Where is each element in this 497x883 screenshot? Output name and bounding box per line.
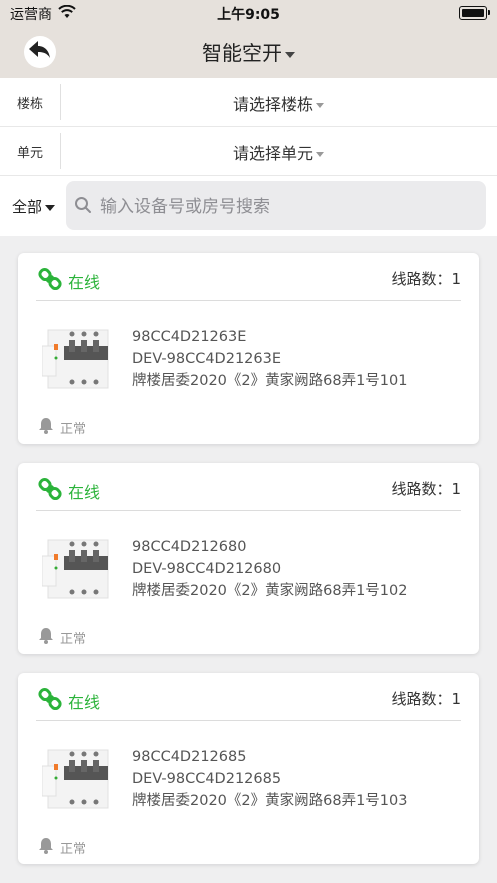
chevron-down-icon (285, 51, 295, 58)
bell-icon (38, 627, 54, 648)
building-select[interactable]: 请选择楼栋 (60, 91, 497, 115)
battery-icon (459, 6, 490, 20)
online-status: 在线 (38, 477, 100, 505)
divider (36, 720, 461, 721)
state-label: 正常 (60, 422, 87, 437)
building-select-value: 请选择楼栋 (232, 95, 313, 114)
unit-filter[interactable]: 单元 请选择单元 (0, 127, 497, 176)
link-icon (38, 267, 62, 295)
device-info: 98CC4D212680 DEV-98CC4D212680 牌楼居委2020《2… (132, 536, 407, 602)
alarm-state: 正常 (38, 417, 86, 438)
building-filter-label: 楼栋 (16, 97, 43, 112)
online-status: 在线 (38, 267, 100, 295)
device-card[interactable]: 在线 线路数：1 98CC4D212685 DEV-98CC4D212685 牌… (18, 673, 479, 864)
bell-icon (38, 417, 54, 438)
chevron-down-icon (316, 103, 324, 108)
search-icon (74, 196, 92, 218)
device-card[interactable]: 在线 线路数：1 98CC4D212680 DEV-98CC4D212680 牌… (18, 463, 479, 654)
device-code: 98CC4D212680 (132, 539, 247, 555)
scope-label: 全部 (12, 198, 43, 216)
search-bar: 全部 (0, 176, 497, 236)
device-address: 牌楼居委2020《2》黄家阙路68弄1号101 (132, 373, 408, 389)
divider (36, 510, 461, 511)
device-card[interactable]: 在线 线路数：1 98CC4D21263E DEV-98CC4D21263E 牌… (18, 253, 479, 444)
state-label: 正常 (60, 842, 87, 857)
device-address: 牌楼居委2020《2》黄家阙路68弄1号103 (132, 793, 408, 809)
search-box[interactable] (66, 181, 486, 232)
status-label: 在线 (68, 273, 101, 292)
device-code: 98CC4D21263E (132, 329, 247, 345)
breaker-image (41, 322, 114, 398)
alarm-state: 正常 (38, 837, 86, 858)
page-title[interactable]: 智能空开 (0, 37, 497, 66)
line-count: 线路数：1 (391, 690, 461, 708)
nav-bar: 智能空开 (0, 26, 497, 78)
line-count: 线路数：1 (391, 270, 461, 288)
device-info: 98CC4D21263E DEV-98CC4D21263E 牌楼居委2020《2… (132, 326, 407, 392)
status-label: 在线 (68, 693, 101, 712)
unit-filter-label: 单元 (16, 146, 43, 161)
device-id: DEV-98CC4D212680 (132, 561, 282, 577)
chevron-down-icon (316, 152, 324, 157)
online-status: 在线 (38, 687, 100, 715)
breaker-image (41, 742, 114, 818)
link-icon (38, 477, 62, 505)
unit-select[interactable]: 请选择单元 (60, 140, 497, 164)
divider (36, 300, 461, 301)
chevron-down-icon (45, 204, 56, 211)
state-label: 正常 (60, 632, 87, 647)
clock: 上午9:05 (217, 7, 280, 23)
status-bar: 运营商 上午9:05 (0, 0, 497, 26)
building-filter[interactable]: 楼栋 请选择楼栋 (0, 78, 497, 127)
scope-dropdown[interactable]: 全部 (12, 196, 56, 217)
link-icon (38, 687, 62, 715)
line-count: 线路数：1 (391, 480, 461, 498)
bell-icon (38, 837, 54, 858)
device-info: 98CC4D212685 DEV-98CC4D212685 牌楼居委2020《2… (132, 746, 407, 812)
alarm-state: 正常 (38, 627, 86, 648)
search-input[interactable] (98, 181, 482, 232)
unit-select-value: 请选择单元 (232, 144, 313, 163)
page-title-label: 智能空开 (202, 41, 282, 65)
device-code: 98CC4D212685 (132, 749, 247, 765)
status-label: 在线 (68, 483, 101, 502)
device-id: DEV-98CC4D212685 (132, 771, 282, 787)
device-id: DEV-98CC4D21263E (132, 351, 282, 367)
breaker-image (41, 532, 114, 608)
device-address: 牌楼居委2020《2》黄家阙路68弄1号102 (132, 583, 408, 599)
